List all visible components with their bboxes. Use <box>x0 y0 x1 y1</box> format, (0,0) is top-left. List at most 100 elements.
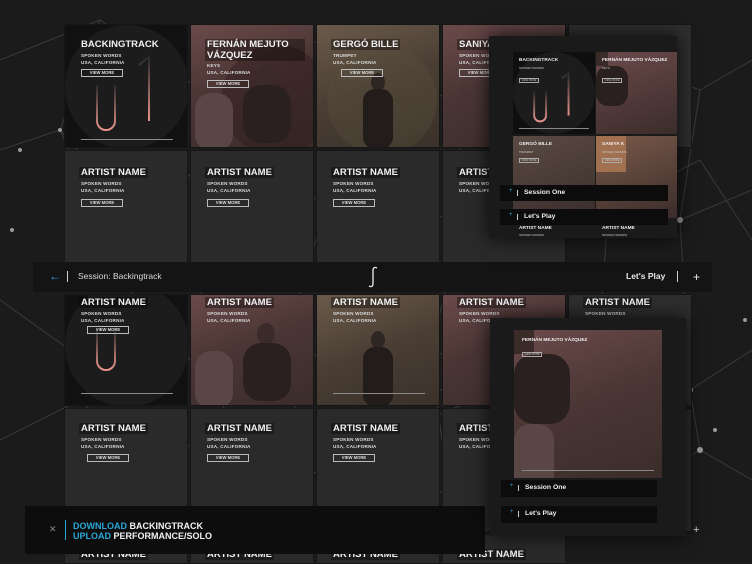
view-more-button[interactable]: VIEW MORE <box>207 80 249 88</box>
view-more-button[interactable]: VIEW MORE <box>87 454 129 462</box>
tile-name: BACKINGTRACK <box>519 58 559 63</box>
session-panel-bottom: FERNÁN MEJUTO VÁZQUEZ VIEW MORE + Sessio… <box>490 318 686 536</box>
divider <box>518 485 519 491</box>
tile-name: ARTIST NAME <box>331 297 400 308</box>
tile-genre: SPOKEN WORDS <box>602 150 627 154</box>
tile-genre: KEYS <box>207 63 221 68</box>
tile-artist[interactable]: ARTIST NAME SPOKEN WORDS USA, CALIFORNIA… <box>64 150 188 274</box>
tile-location: USA, CALIFORNIA <box>81 318 125 323</box>
tile-name: ARTIST NAME <box>79 423 148 434</box>
tile-gergo[interactable]: GERGÓ BILLE TRUMPET USA, CALIFORNIA VIEW… <box>316 24 440 148</box>
tile-name: ARTIST NAME <box>331 167 400 178</box>
action-bar: ✕ DOWNLOAD BACKINGTRACK UPLOAD PERFORMAN… <box>25 506 485 554</box>
lets-play-button[interactable]: + Let's Play <box>501 506 657 523</box>
view-more-button[interactable]: VIEW MORE <box>341 69 383 77</box>
upload-target: PERFORMANCE/SOLO <box>113 531 213 541</box>
panel-tile-backingtrack[interactable]: BACKINGTRACK SPOKEN WORDS VIEW MORE <box>513 52 595 134</box>
plus-icon: + <box>509 212 513 218</box>
upload-action[interactable]: UPLOAD PERFORMANCE/SOLO <box>73 531 212 541</box>
tile-name: ARTIST NAME <box>331 423 400 434</box>
session-one-label: Session One <box>524 189 566 196</box>
progress-line <box>333 393 425 394</box>
plus-icon[interactable]: + <box>693 524 699 536</box>
view-more-button[interactable]: VIEW MORE <box>519 158 539 163</box>
tile-artist-logo[interactable]: ARTIST NAME SPOKEN WORDS USA, CALIFORNIA… <box>64 294 188 406</box>
performer-body <box>514 354 570 424</box>
tile-location: USA, CALIFORNIA <box>81 444 125 449</box>
view-more-button[interactable]: VIEW MORE <box>207 454 249 462</box>
tile-fernan[interactable]: FERNÁN MEJUTO VÁZQUEZ KEYS USA, CALIFORN… <box>190 24 314 148</box>
tile-location: USA, CALIFORNIA <box>207 318 251 323</box>
performer-body <box>243 343 291 401</box>
lets-play-link[interactable]: Let's Play <box>626 271 665 281</box>
tile-genre: SPOKEN WORDS <box>459 311 500 316</box>
performer-foreground <box>195 93 233 147</box>
tile-name: BACKINGTRACK <box>81 39 159 50</box>
tile-genre: SPOKEN WORDS <box>207 311 248 316</box>
tile-artist-photo[interactable]: ARTIST NAME SPOKEN WORDS USA, CALIFORNIA <box>316 294 440 406</box>
view-more-button[interactable]: VIEW MORE <box>519 78 539 83</box>
integral-logo-icon[interactable] <box>365 265 381 289</box>
tile-genre: SPOKEN WORDS <box>333 181 374 186</box>
tile-name: ARTIST NAME <box>519 226 552 231</box>
view-more-button[interactable]: VIEW MORE <box>602 78 622 83</box>
tile-location: USA, CALIFORNIA <box>333 60 377 65</box>
progress-line <box>519 128 589 129</box>
session-one-label: Session One <box>525 484 567 491</box>
tile-genre: SPOKEN WORDS <box>519 66 544 70</box>
tile-genre: TRUMPET <box>333 53 357 58</box>
tile-artist[interactable]: ARTIST NAME SPOKEN WORDS USA, CALIFORNIA… <box>316 150 440 274</box>
performer-body <box>363 347 393 405</box>
lets-play-button[interactable]: + Let's Play <box>500 209 668 225</box>
tile-name: GERGÓ BILLE <box>519 142 553 147</box>
panel-tile-fernan[interactable]: FERNÁN MEJUTO VÁZQUEZ KEYS VIEW MORE <box>596 52 677 134</box>
session-one-button[interactable]: + Session One <box>500 185 668 201</box>
plus-icon[interactable]: + <box>693 271 700 283</box>
download-action[interactable]: DOWNLOAD BACKINGTRACK <box>73 521 203 531</box>
panel-tile-fernan-large[interactable]: FERNÁN MEJUTO VÁZQUEZ VIEW MORE <box>514 330 662 478</box>
tile-genre: TRUMPET <box>519 150 534 154</box>
session-one-button[interactable]: + Session One <box>501 480 657 497</box>
tile-genre: SPOKEN WORDS <box>81 53 122 58</box>
tile-location: USA, CALIFORNIA <box>81 60 125 65</box>
view-more-button[interactable]: VIEW MORE <box>81 69 123 77</box>
tile-name: ARTIST NAME <box>583 297 652 308</box>
panel-tile-saniya[interactable]: SANIYA K SPOKEN WORDS VIEW MORE <box>596 136 677 218</box>
tile-name: SANIYA K <box>602 142 625 147</box>
progress-line <box>81 393 173 394</box>
tile-genre: SPOKEN WORDS <box>333 311 374 316</box>
upload-label: UPLOAD <box>73 531 111 541</box>
tile-name: FERNÁN MEJUTO VÁZQUEZ <box>205 39 305 61</box>
tile-genre: KEYS <box>602 66 611 70</box>
panel-tile-gergo[interactable]: GERGÓ BILLE TRUMPET VIEW MORE <box>513 136 595 218</box>
view-more-button[interactable]: VIEW MORE <box>522 352 542 357</box>
tile-location: USA, CALIFORNIA <box>81 188 125 193</box>
plus-icon: + <box>510 483 514 489</box>
close-icon[interactable]: ✕ <box>49 524 57 535</box>
tile-genre: SPOKEN WORDS <box>602 233 627 237</box>
arrow-left-icon[interactable]: ← <box>49 269 61 283</box>
tile-name: ARTIST NAME <box>79 167 148 178</box>
tile-artist[interactable]: ARTIST NAME SPOKEN WORDS USA, CALIFORNIA… <box>190 150 314 274</box>
tile-genre: SPOKEN WORDS <box>81 181 122 186</box>
view-more-button[interactable]: VIEW MORE <box>333 199 375 207</box>
view-more-button[interactable]: VIEW MORE <box>602 158 622 163</box>
tile-name: ARTIST NAME <box>602 226 635 231</box>
tile-backingtrack[interactable]: BACKINGTRACK SPOKEN WORDS USA, CALIFORNI… <box>64 24 188 148</box>
divider <box>677 271 678 282</box>
tile-genre: SPOKEN WORDS <box>519 233 544 237</box>
divider <box>518 511 519 517</box>
view-more-button[interactable]: VIEW MORE <box>81 199 123 207</box>
tile-genre: SPOKEN WORDS <box>333 437 374 442</box>
performer-head <box>257 65 275 87</box>
download-label: DOWNLOAD <box>73 521 127 531</box>
view-more-button[interactable]: VIEW MORE <box>207 199 249 207</box>
tile-name: ARTIST NAME <box>205 167 274 178</box>
tile-name: GERGÓ BILLE <box>331 39 401 50</box>
performer-body <box>243 85 291 143</box>
view-more-button[interactable]: VIEW MORE <box>333 454 375 462</box>
tile-artist-photo[interactable]: ARTIST NAME SPOKEN WORDS USA, CALIFORNIA <box>190 294 314 406</box>
progress-line <box>522 470 654 471</box>
plus-icon: + <box>509 188 513 194</box>
view-more-button[interactable]: VIEW MORE <box>87 326 129 334</box>
